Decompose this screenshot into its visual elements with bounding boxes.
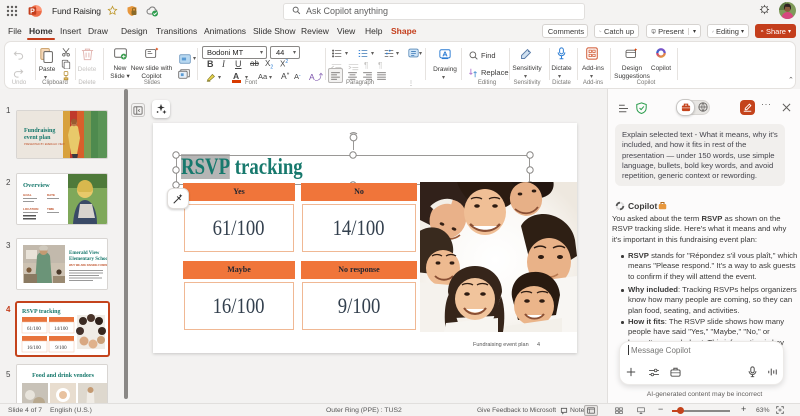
svg-text:RSVP tracking: RSVP tracking (22, 309, 61, 315)
svg-text:Overview: Overview (23, 182, 50, 189)
svg-text:TIME: TIME (47, 207, 54, 211)
svg-text:Elementary School: Elementary School (69, 257, 108, 262)
svg-text:16/100: 16/100 (27, 346, 41, 351)
svg-text:LOCATION: LOCATION (23, 207, 38, 211)
svg-text:GOAL: GOAL (23, 193, 32, 197)
svg-text:9/100: 9/100 (55, 346, 67, 351)
svg-text:14/100: 14/100 (54, 327, 68, 332)
svg-text:DATE: DATE (47, 193, 55, 197)
svg-text:PRESENTED BY EMERALD VIEW: PRESENTED BY EMERALD VIEW (24, 142, 65, 146)
svg-text:61/100: 61/100 (27, 327, 41, 332)
svg-text:WHY WE ARE RAISING FUNDS: WHY WE ARE RAISING FUNDS (69, 263, 107, 267)
svg-text:P: P (30, 8, 35, 15)
svg-text:event plan: event plan (24, 135, 51, 141)
svg-text:Emerald View: Emerald View (69, 251, 100, 256)
svg-text:Food and drink vendors: Food and drink vendors (32, 373, 95, 379)
svg-text:Fundraising: Fundraising (24, 128, 55, 134)
